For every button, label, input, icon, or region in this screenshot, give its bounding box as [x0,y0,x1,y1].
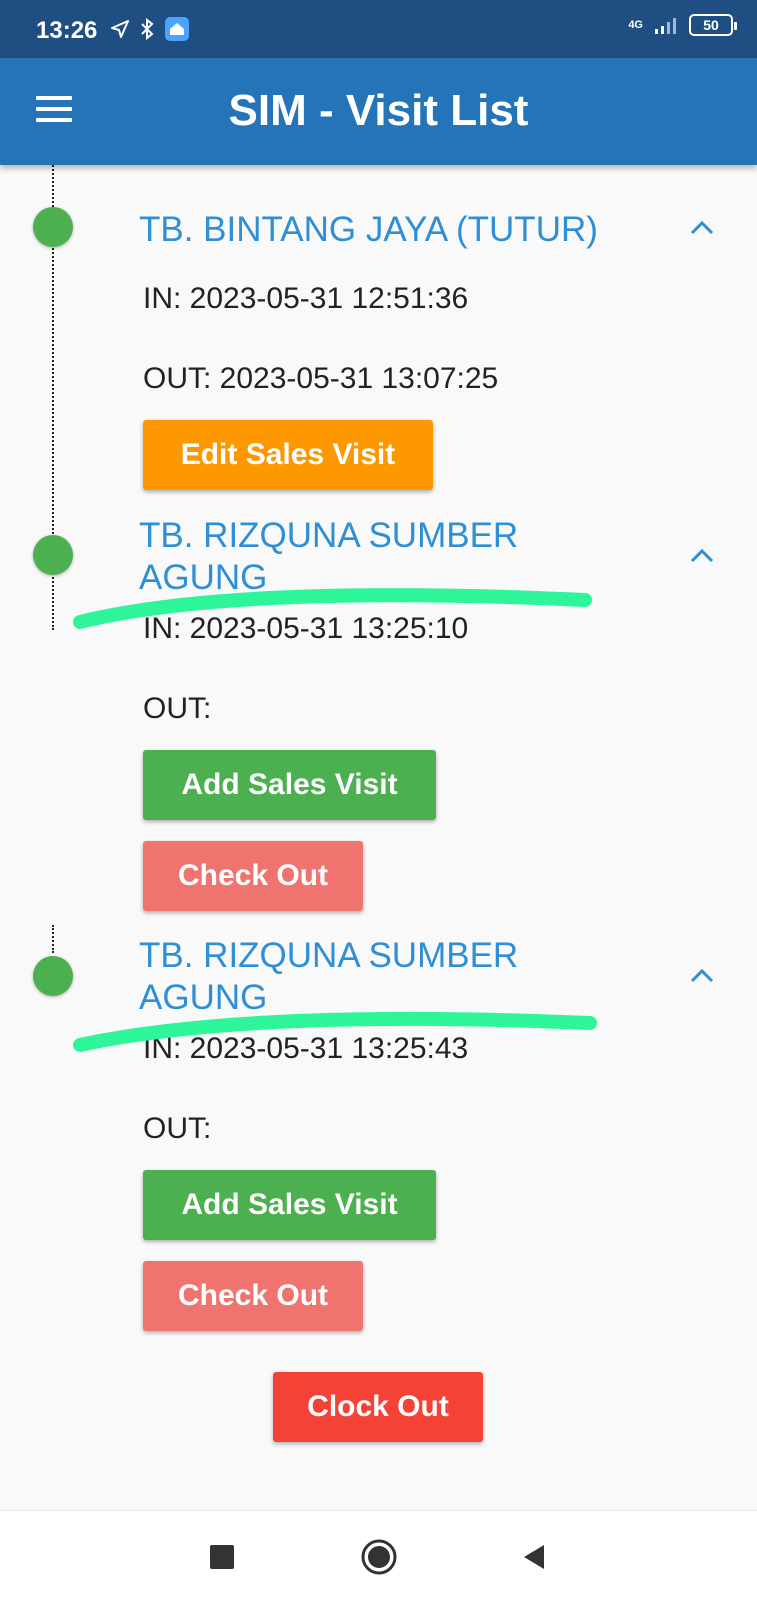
timeline-dot [33,207,73,247]
location-arrow-icon [111,20,129,38]
edit-sales-visit-button[interactable]: Edit Sales Visit [143,420,433,490]
visit-title[interactable]: TB. RIZQUNA SUMBER AGUNG [139,935,639,1019]
timeline-line [52,925,54,953]
visit-title[interactable]: TB. RIZQUNA SUMBER AGUNG [139,515,639,599]
check-out-time: OUT: [143,692,212,725]
status-time: 13:26 [36,17,98,44]
check-out-time: OUT: [143,1112,212,1145]
chevron-up-icon[interactable] [688,215,716,243]
check-in-time: IN: 2023-05-31 12:51:36 [143,282,469,315]
add-sales-visit-button[interactable]: Add Sales Visit [143,1170,436,1240]
check-out-time: OUT: 2023-05-31 13:07:25 [143,362,499,395]
check-in-time: IN: 2023-05-31 13:25:43 [143,1032,469,1065]
timeline-line [52,245,54,550]
home-icon[interactable] [357,1535,401,1579]
network-type: 4G [628,19,643,31]
visit-title[interactable]: TB. BINTANG JAYA (TUTUR) [139,209,639,251]
add-sales-visit-button[interactable]: Add Sales Visit [143,750,436,820]
clock-out-button[interactable]: Clock Out [273,1372,483,1442]
battery-level: 50 [703,17,719,33]
back-icon[interactable] [512,1535,556,1579]
timeline-line [52,570,54,630]
visit-list[interactable]: TB. BINTANG JAYA (TUTUR) IN: 2023-05-31 … [0,165,757,1510]
timeline-dot [33,956,73,996]
system-nav-bar [0,1510,757,1600]
check-out-button[interactable]: Check Out [143,841,363,911]
signal-icon [655,18,676,34]
check-out-button[interactable]: Check Out [143,1261,363,1331]
status-icons-left [110,16,190,42]
chevron-up-icon[interactable] [688,963,716,991]
bluetooth-icon [141,18,154,40]
recent-apps-icon[interactable] [200,1535,244,1579]
battery-icon: 50 [689,14,737,36]
page-title: SIM - Visit List [228,86,529,135]
home-app-icon [165,17,189,41]
status-bar: 13:26 4G 50 [0,0,757,58]
check-in-time: IN: 2023-05-31 13:25:10 [143,612,469,645]
app-bar: SIM - Visit List [0,58,757,165]
chevron-up-icon[interactable] [688,543,716,571]
status-icons-right: 4G 50 [628,14,737,36]
timeline-dot [33,535,73,575]
